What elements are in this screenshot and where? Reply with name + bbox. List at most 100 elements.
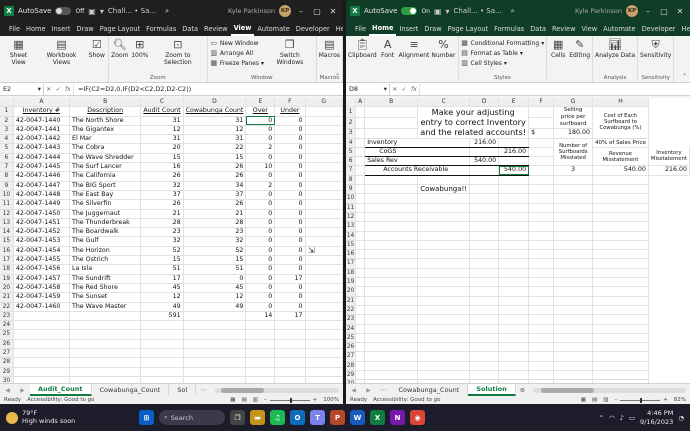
menu-help[interactable]: Help bbox=[333, 22, 343, 36]
cell[interactable] bbox=[469, 286, 500, 297]
next-sheet-icon[interactable]: ▶ bbox=[366, 387, 371, 394]
cell[interactable]: 0 bbox=[245, 264, 276, 275]
row-header[interactable]: 1 bbox=[0, 106, 14, 117]
cell[interactable]: 12 bbox=[183, 125, 247, 136]
cell[interactable] bbox=[528, 296, 555, 306]
cell[interactable] bbox=[528, 231, 555, 241]
cell[interactable] bbox=[183, 311, 247, 322]
cell[interactable]: 42-0047-1446 bbox=[13, 171, 70, 182]
cell[interactable] bbox=[140, 339, 184, 350]
cell[interactable] bbox=[469, 342, 500, 353]
row-header[interactable]: 13 bbox=[346, 221, 357, 232]
column-header-b[interactable]: B bbox=[364, 98, 419, 108]
cell[interactable] bbox=[355, 296, 366, 306]
row-header[interactable]: 29 bbox=[0, 367, 14, 377]
accessibility-status[interactable]: Accessibility: Good to go bbox=[27, 397, 94, 403]
cell[interactable] bbox=[355, 324, 366, 334]
cell[interactable] bbox=[245, 320, 276, 331]
cell[interactable] bbox=[305, 274, 343, 284]
switch-windows-button[interactable]: ❐ Switch Windows bbox=[266, 38, 314, 66]
cell[interactable] bbox=[183, 320, 247, 331]
cell[interactable] bbox=[498, 361, 530, 372]
cell[interactable]: 10 bbox=[245, 162, 276, 173]
horizontal-scrollbar[interactable] bbox=[211, 384, 343, 396]
cell[interactable] bbox=[553, 305, 594, 316]
row-header[interactable]: 12 bbox=[0, 209, 14, 219]
cell[interactable] bbox=[469, 324, 500, 334]
header-over[interactable]: Over bbox=[245, 106, 276, 117]
cell[interactable] bbox=[364, 296, 419, 306]
menu-draw[interactable]: Draw bbox=[421, 22, 444, 36]
cell[interactable]: 42-0047-1444 bbox=[13, 153, 70, 164]
cell[interactable] bbox=[355, 277, 366, 288]
cell[interactable] bbox=[528, 147, 555, 158]
cell[interactable] bbox=[528, 268, 555, 279]
cell[interactable] bbox=[355, 165, 366, 176]
cell[interactable] bbox=[305, 171, 343, 182]
cell[interactable]: 0 bbox=[274, 162, 306, 173]
cell[interactable]: 0 bbox=[274, 134, 306, 145]
cell[interactable]: 0 bbox=[274, 255, 306, 266]
cell[interactable] bbox=[364, 106, 419, 119]
cell[interactable] bbox=[364, 286, 419, 297]
revenue-misstatement-label[interactable]: Revenue Misstatement bbox=[592, 147, 649, 167]
cell[interactable]: 31 bbox=[183, 116, 247, 126]
cell[interactable]: 26 bbox=[140, 199, 184, 210]
row-header[interactable]: 22 bbox=[346, 305, 357, 316]
normal-view-icon[interactable]: ▦ bbox=[581, 397, 586, 403]
menu-help[interactable]: Help bbox=[678, 22, 690, 36]
cell[interactable]: 0 bbox=[274, 209, 306, 219]
cell[interactable] bbox=[364, 361, 419, 372]
document-title[interactable]: Chall... • Sa... bbox=[454, 7, 502, 15]
cell[interactable]: 31 bbox=[140, 134, 184, 145]
cell[interactable] bbox=[364, 249, 419, 260]
column-header-d[interactable]: D bbox=[183, 98, 247, 108]
clock[interactable]: 4:46 PM 9/16/2023 bbox=[640, 409, 673, 425]
cell[interactable]: 0 bbox=[183, 274, 247, 284]
cell[interactable] bbox=[355, 286, 366, 297]
cell[interactable] bbox=[364, 351, 419, 362]
cell[interactable] bbox=[528, 156, 555, 167]
cell[interactable] bbox=[417, 286, 471, 297]
cell[interactable] bbox=[469, 296, 500, 306]
teams-icon[interactable]: T bbox=[310, 410, 325, 425]
cell[interactable] bbox=[245, 376, 276, 383]
cell[interactable] bbox=[355, 203, 366, 213]
cell[interactable] bbox=[469, 333, 500, 344]
row-header[interactable]: 9 bbox=[0, 181, 14, 191]
row-header[interactable]: 15 bbox=[0, 236, 14, 247]
cell[interactable] bbox=[274, 339, 306, 350]
cell[interactable] bbox=[364, 175, 419, 186]
page-layout-icon[interactable]: ▤ bbox=[592, 397, 597, 403]
cell[interactable]: The Red Shore bbox=[69, 283, 142, 294]
cell[interactable]: 42-0047-1457 bbox=[13, 274, 70, 284]
cell[interactable] bbox=[355, 117, 366, 130]
solution-table[interactable]: A B C D E F G H 1 Make your adjusting entry to co… bbox=[346, 98, 690, 383]
cell[interactable] bbox=[245, 367, 276, 377]
chrome-icon[interactable]: ◉ bbox=[410, 410, 425, 425]
cell[interactable]: 17 bbox=[274, 274, 306, 284]
cell[interactable] bbox=[305, 218, 343, 229]
cell[interactable]: The Sundrift bbox=[69, 274, 142, 284]
save-icon[interactable]: ▣ bbox=[434, 7, 442, 16]
cell[interactable] bbox=[355, 193, 366, 204]
cell[interactable] bbox=[592, 286, 649, 297]
row-header[interactable]: 25 bbox=[0, 329, 14, 340]
cell[interactable] bbox=[417, 305, 471, 316]
cell[interactable]: 2 bbox=[245, 143, 276, 154]
cell[interactable]: The Cobra bbox=[69, 143, 142, 154]
menu-insert[interactable]: Insert bbox=[49, 22, 74, 36]
row-header[interactable]: 8 bbox=[0, 171, 14, 182]
cell[interactable] bbox=[528, 212, 555, 223]
cell[interactable] bbox=[245, 329, 276, 340]
menu-developer[interactable]: Developer bbox=[293, 22, 333, 36]
selling-price-label[interactable]: Selling price per surfboard bbox=[553, 106, 594, 130]
menu-page-layout[interactable]: Page Layout bbox=[445, 22, 491, 36]
column-header-c[interactable]: C bbox=[417, 98, 471, 108]
cell[interactable] bbox=[553, 193, 594, 204]
cell[interactable] bbox=[305, 302, 343, 312]
number-button[interactable]: % Number bbox=[431, 38, 455, 60]
zoom-level[interactable]: 82% bbox=[674, 397, 686, 403]
cell[interactable] bbox=[498, 314, 530, 325]
cell[interactable]: 45 bbox=[183, 283, 247, 294]
